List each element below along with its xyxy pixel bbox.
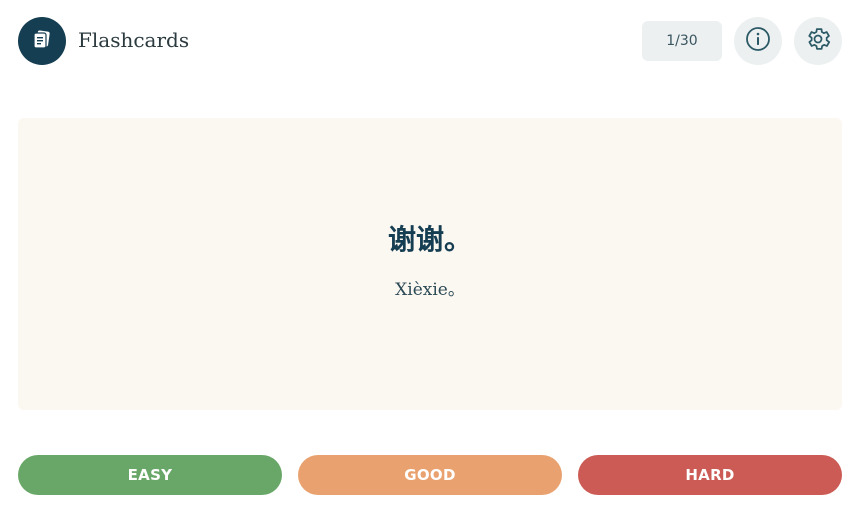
flashcards-icon bbox=[30, 27, 54, 55]
card-term: 谢谢。 bbox=[387, 223, 472, 256]
app-header: Flashcards 1/30 bbox=[0, 0, 860, 82]
info-icon bbox=[745, 26, 771, 56]
gear-icon bbox=[804, 25, 832, 57]
flashcard[interactable]: 谢谢。 Xièxie。 bbox=[18, 118, 842, 410]
card-reading: Xièxie。 bbox=[395, 280, 465, 300]
settings-button[interactable] bbox=[794, 17, 842, 65]
app-title: Flashcards bbox=[78, 28, 190, 52]
card-counter: 1/30 bbox=[642, 21, 722, 61]
easy-button[interactable]: EASY bbox=[18, 455, 282, 495]
app-logo bbox=[18, 17, 66, 65]
info-button[interactable] bbox=[734, 17, 782, 65]
good-button[interactable]: GOOD bbox=[298, 455, 562, 495]
hard-button[interactable]: HARD bbox=[578, 455, 842, 495]
